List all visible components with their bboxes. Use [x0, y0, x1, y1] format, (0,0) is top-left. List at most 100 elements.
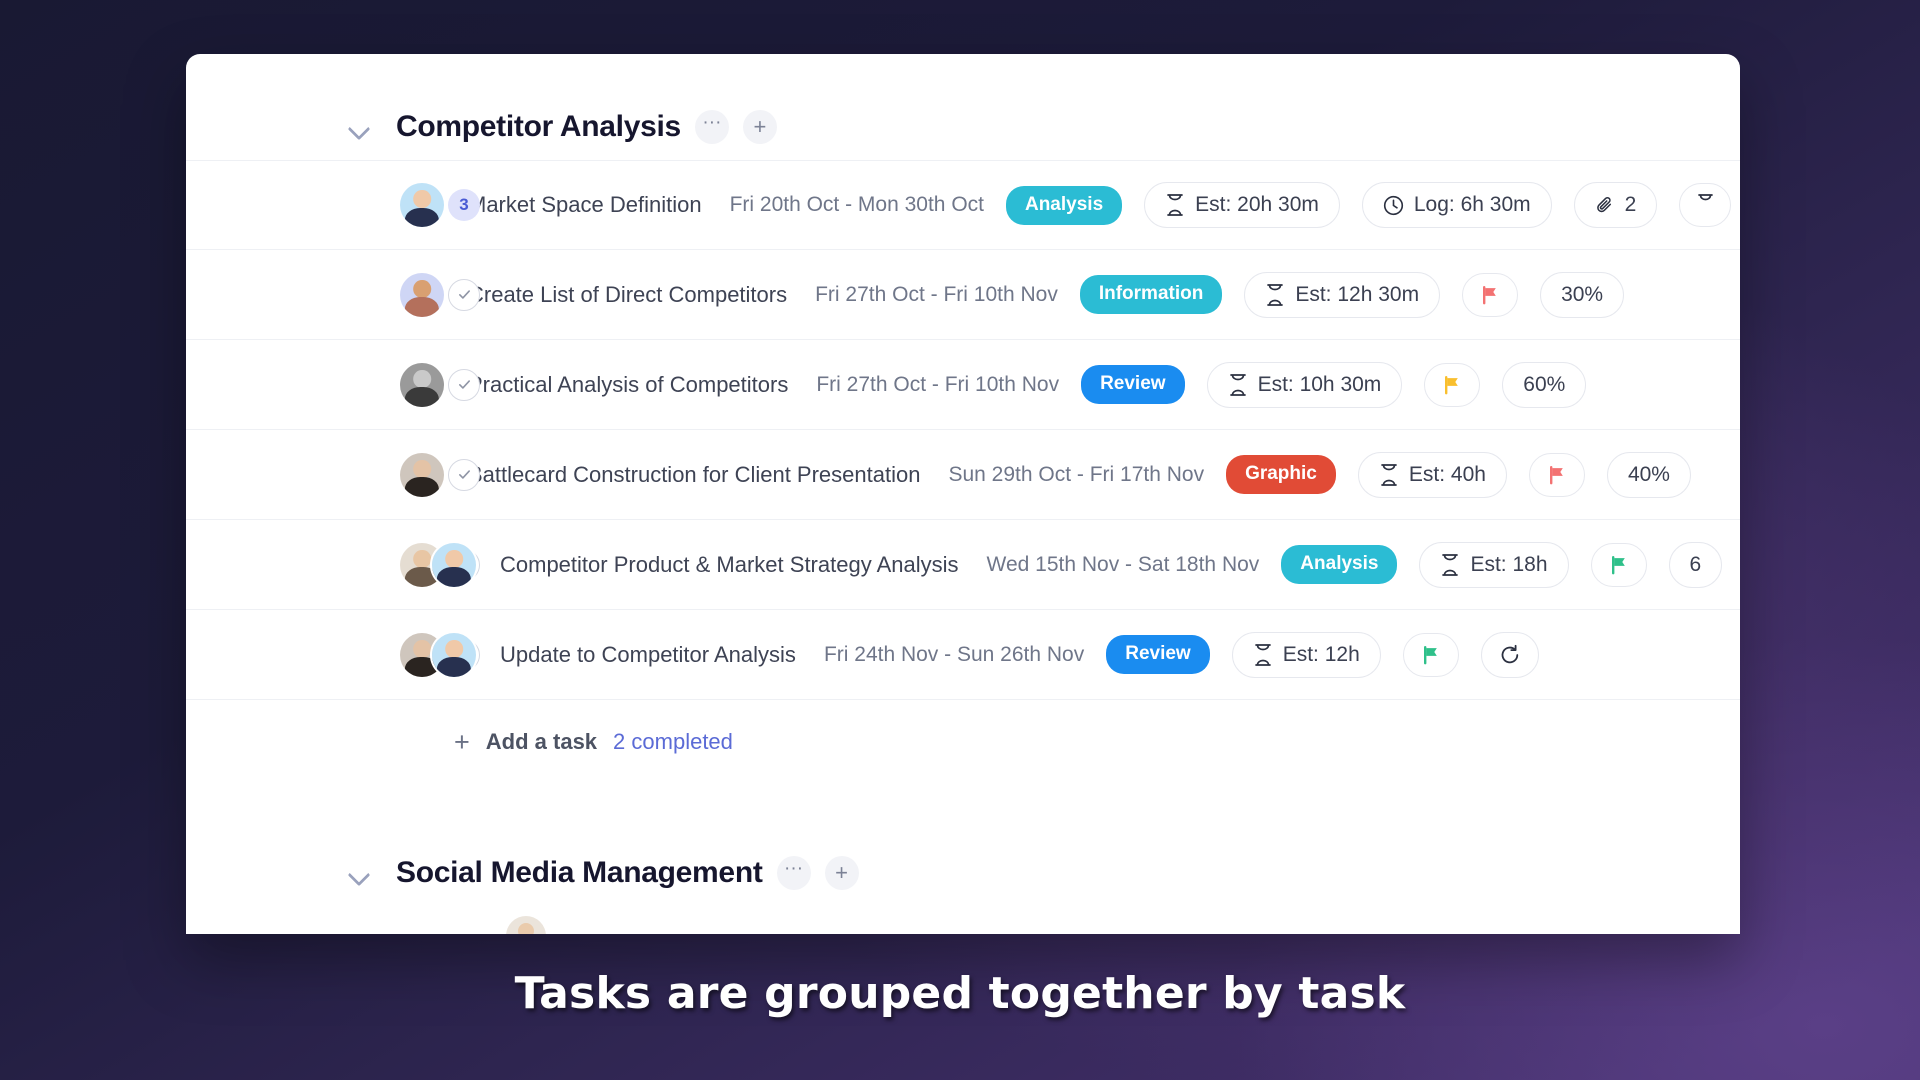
hourglass-icon	[1229, 373, 1246, 396]
paperclip-icon	[1596, 197, 1611, 213]
page-caption: Tasks are grouped together by task	[514, 968, 1406, 1019]
flag-icon	[1611, 555, 1625, 574]
avatar	[504, 914, 548, 934]
group-more-button[interactable]: ···	[694, 110, 729, 144]
group-add-button[interactable]: +	[824, 856, 859, 890]
group-header-competitor-analysis: Competitor Analysis ··· +	[186, 94, 1740, 160]
avatar	[398, 360, 446, 409]
task-dates[interactable]: Fri 24th Nov - Sun 26th Nov	[824, 643, 1084, 667]
hourglass-icon	[1381, 463, 1397, 486]
priority-flag-badge[interactable]	[1402, 632, 1459, 677]
task-dates[interactable]: Fri 27th Oct - Fri 10th Nov	[816, 373, 1059, 397]
assignee-avatars[interactable]	[398, 181, 446, 229]
assignee-avatars[interactable]	[398, 630, 478, 679]
estimate-badge[interactable]: Est: 20h 30m	[1144, 182, 1340, 228]
table-row[interactable]: Practical Analysis of Competitors Fri 27…	[186, 340, 1740, 430]
estimate-badge[interactable]: Est: 10h 30m	[1206, 361, 1403, 408]
group-title: Social Media Management	[396, 856, 763, 889]
hourglass-icon	[1254, 643, 1271, 666]
priority-flag-badge[interactable]	[1528, 452, 1585, 497]
group-more-button[interactable]: ···	[776, 856, 811, 890]
tag-badge[interactable]: Analysis	[1281, 545, 1398, 584]
chevron-down-icon[interactable]	[348, 116, 370, 138]
estimate-label: Est: 12h 30m	[1295, 282, 1420, 306]
hourglass-icon	[1167, 194, 1183, 216]
avatar	[398, 270, 446, 319]
group-add-button[interactable]: +	[742, 110, 777, 144]
task-dates[interactable]: Wed 15th Nov - Sat 18th Nov	[987, 553, 1260, 577]
tag-badge[interactable]: Information	[1079, 275, 1223, 314]
estimate-badge[interactable]: Est: 12h 30m	[1244, 271, 1441, 318]
chevron-down-icon[interactable]	[348, 862, 370, 884]
flag-icon	[1549, 465, 1563, 484]
task-dates[interactable]: Sun 29th Oct - Fri 17th Nov	[948, 463, 1204, 487]
avatar	[430, 540, 478, 589]
recurring-icon	[1501, 644, 1518, 663]
tag-badge[interactable]: Graphic	[1226, 455, 1336, 494]
estimate-badge[interactable]: Est: 40h	[1357, 451, 1507, 498]
recurring-task-badge[interactable]	[1480, 631, 1539, 678]
assignee-avatars[interactable]	[398, 270, 446, 319]
estimate-label: Est: 18h	[1470, 552, 1548, 576]
table-row-clipped[interactable]	[186, 906, 1740, 934]
task-name[interactable]: Practical Analysis of Competitors	[468, 372, 788, 398]
check-icon	[458, 380, 470, 389]
tag-badge[interactable]: Review	[1081, 365, 1185, 404]
subtask-count-badge[interactable]: 3	[448, 189, 480, 221]
task-name[interactable]: Create List of Direct Competitors	[468, 282, 787, 308]
plus-icon[interactable]: +	[454, 728, 470, 756]
hourglass-icon	[1698, 194, 1714, 201]
progress-badge[interactable]: 30%	[1540, 271, 1625, 318]
tag-badge[interactable]: Analysis	[1005, 185, 1123, 225]
priority-flag-badge[interactable]	[1462, 272, 1519, 317]
group-header-social-media-management: Social Media Management ··· +	[186, 840, 1740, 906]
task-name[interactable]: Update to Competitor Analysis	[500, 642, 796, 668]
overflow-badge-clipped[interactable]	[1679, 183, 1732, 227]
estimate-label: Est: 10h 30m	[1257, 372, 1382, 396]
table-row[interactable]: Battlecard Construction for Client Prese…	[186, 430, 1740, 520]
check-icon	[458, 290, 470, 299]
table-row[interactable]: Update to Competitor Analysis Fri 24th N…	[186, 610, 1740, 700]
logged-time-badge[interactable]: Log: 6h 30m	[1361, 182, 1552, 228]
flag-icon	[1423, 645, 1437, 664]
task-dates[interactable]: Fri 27th Oct - Fri 10th Nov	[815, 283, 1058, 307]
estimate-badge[interactable]: Est: 12h	[1231, 631, 1381, 678]
avatar	[398, 181, 446, 229]
clock-icon	[1383, 195, 1403, 215]
hourglass-icon	[1267, 283, 1284, 306]
priority-flag-badge[interactable]	[1590, 542, 1647, 587]
logged-label: Log: 6h 30m	[1413, 193, 1531, 216]
task-list-card: Competitor Analysis ··· + 3 Market Space…	[186, 54, 1740, 934]
task-name[interactable]: Competitor Product & Market Strategy Ana…	[500, 552, 959, 578]
tag-badge[interactable]: Review	[1106, 635, 1210, 674]
estimate-label: Est: 40h	[1408, 462, 1486, 486]
add-task-row: + Add a task 2 completed	[186, 700, 1740, 784]
task-name[interactable]: Market Space Definition	[468, 192, 702, 218]
estimate-label: Est: 20h 30m	[1195, 193, 1319, 216]
priority-flag-badge[interactable]	[1424, 362, 1481, 407]
table-row[interactable]: 3 Market Space Definition Fri 20th Oct -…	[186, 160, 1740, 250]
avatar	[430, 630, 478, 679]
task-complete-checkbox[interactable]	[448, 458, 480, 491]
progress-badge[interactable]: 60%	[1502, 361, 1587, 408]
assignee-avatars[interactable]	[398, 450, 446, 499]
flag-icon	[1483, 285, 1496, 304]
completed-count-link[interactable]: 2 completed	[613, 729, 733, 755]
task-complete-checkbox[interactable]	[448, 278, 480, 311]
task-dates[interactable]: Fri 20th Oct - Mon 30th Oct	[730, 193, 984, 217]
table-row[interactable]: Competitor Product & Market Strategy Ana…	[186, 520, 1740, 610]
group-title: Competitor Analysis	[396, 110, 681, 143]
assignee-avatars[interactable]	[398, 540, 478, 589]
progress-badge[interactable]: 40%	[1606, 451, 1691, 498]
assignee-avatars[interactable]	[398, 360, 446, 409]
task-name[interactable]: Battlecard Construction for Client Prese…	[468, 462, 920, 488]
check-icon	[458, 470, 470, 479]
avatar	[398, 450, 446, 499]
add-task-button[interactable]: Add a task	[486, 729, 597, 755]
progress-badge[interactable]: 6	[1668, 541, 1723, 588]
task-complete-checkbox[interactable]	[448, 368, 480, 401]
flag-icon	[1445, 375, 1459, 394]
table-row[interactable]: Create List of Direct Competitors Fri 27…	[186, 250, 1740, 340]
estimate-badge[interactable]: Est: 18h	[1419, 541, 1569, 588]
attachment-badge[interactable]: 2	[1573, 182, 1658, 228]
